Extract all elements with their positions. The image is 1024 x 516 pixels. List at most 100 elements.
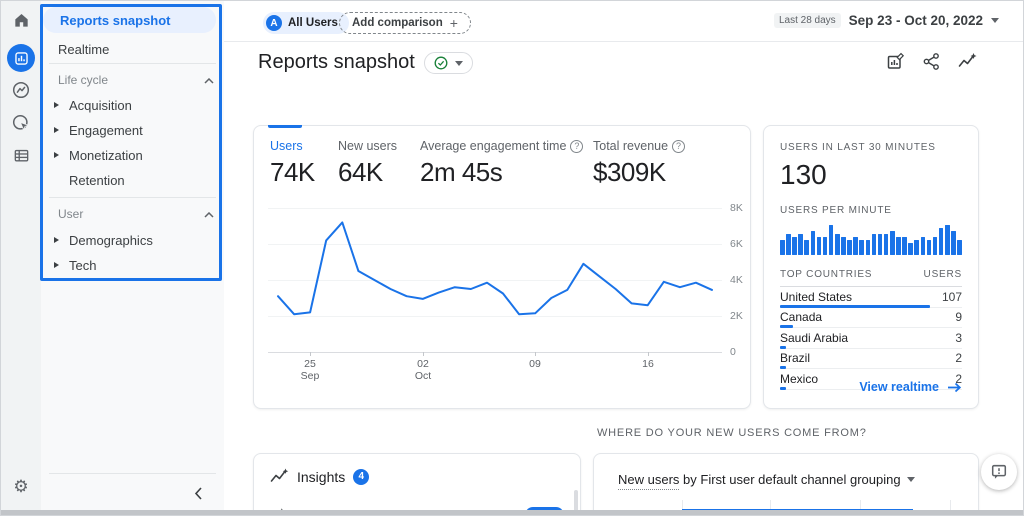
date-range-label: Sep 23 - Oct 20, 2022 [849, 13, 983, 28]
home-icon[interactable] [11, 10, 31, 30]
minute-bar [945, 225, 950, 255]
section-label: User [58, 207, 83, 221]
reports-icon[interactable] [7, 44, 35, 72]
dimension-dropdown[interactable]: New users by First user default channel … [618, 472, 954, 487]
customize-report-icon[interactable] [886, 52, 905, 71]
minute-bar [835, 234, 840, 255]
chevron-up-icon [204, 207, 214, 221]
share-icon[interactable] [922, 52, 941, 71]
minute-bar [804, 240, 809, 255]
divider [49, 63, 216, 64]
sidebar-item-label: Reports snapshot [60, 13, 171, 28]
dimension-metric: New users [618, 472, 679, 490]
feedback-bubble-icon [990, 463, 1008, 481]
section-question-title: WHERE DO YOUR NEW USERS COME FROM? [597, 427, 867, 439]
feedback-button[interactable] [981, 454, 1017, 490]
plus-icon: + [450, 15, 458, 31]
users-line [278, 222, 712, 314]
insights-title: Insights [297, 469, 345, 485]
minute-bar [847, 240, 852, 255]
caret-down-icon [455, 61, 463, 66]
reports-sidebar: Reports snapshot Realtime Life cycle Acq… [41, 1, 224, 515]
admin-gear-icon[interactable]: ⚙ [11, 477, 31, 497]
explore-icon[interactable] [11, 80, 31, 100]
minute-bar [896, 237, 901, 255]
window-edge [1, 510, 1023, 515]
sidebar-item-label: Retention [69, 173, 125, 188]
sidebar-item-label: Monetization [69, 148, 143, 163]
chevron-up-icon [204, 73, 214, 87]
minute-bar [884, 234, 889, 255]
ga4-reports-page: ⚙ Reports snapshot Realtime Life cycle A… [0, 0, 1024, 516]
minute-bar [957, 240, 962, 255]
country-row: Canada 9 [780, 308, 962, 329]
minute-bar [872, 234, 877, 255]
audience-avatar: A [266, 15, 282, 31]
date-range-selector[interactable]: Last 28 days Sep 23 - Oct 20, 2022 [774, 13, 999, 28]
sidebar-item-label: Demographics [69, 233, 153, 248]
add-comparison-label: Add comparison [352, 17, 443, 29]
nav-rail: ⚙ [1, 1, 41, 515]
insights-card: Insights 4 INSIGHT New [253, 453, 581, 516]
divider [49, 197, 216, 198]
date-preset-label: Last 28 days [774, 13, 841, 28]
view-realtime-link[interactable]: View realtime [859, 380, 962, 394]
sidebar-item-engagement[interactable]: Engagement [41, 118, 216, 142]
minute-bar [853, 237, 858, 255]
expand-arrow-icon [54, 152, 59, 158]
collapse-sidebar-icon[interactable] [189, 484, 207, 502]
library-icon[interactable] [11, 145, 31, 165]
minute-bar [866, 240, 871, 255]
comparison-bar: A All Users Add comparison + Last 28 day… [224, 1, 1023, 42]
audience-chip-all-users[interactable]: A All Users [263, 12, 349, 34]
minute-bar [890, 231, 895, 255]
minute-bar [841, 237, 846, 255]
sidebar-item-label: Acquisition [69, 98, 132, 113]
sidebar-item-retention[interactable]: Retention [41, 168, 216, 192]
add-comparison-button[interactable]: Add comparison + [339, 12, 471, 34]
arrow-right-icon [947, 382, 962, 393]
users-per-minute-label: USERS PER MINUTE [780, 205, 962, 216]
expand-arrow-icon [54, 127, 59, 133]
expand-arrow-icon [54, 262, 59, 268]
check-circle-icon [434, 56, 448, 70]
minute-bar [780, 240, 785, 255]
sidebar-item-realtime[interactable]: Realtime [41, 36, 216, 62]
users-line-chart [254, 126, 752, 410]
report-status-dropdown[interactable] [424, 52, 473, 74]
insights-count-badge: 4 [353, 469, 369, 485]
minute-bar [933, 237, 938, 255]
sidebar-item-label: Realtime [58, 42, 109, 57]
country-bar [780, 387, 786, 390]
section-header-life-cycle[interactable]: Life cycle [41, 70, 214, 90]
advertising-icon[interactable] [11, 113, 31, 133]
minute-bar [908, 243, 913, 255]
minute-bar [878, 234, 883, 255]
sidebar-item-acquisition[interactable]: Acquisition [41, 93, 216, 117]
new-users-channel-card: New users by First user default channel … [593, 453, 979, 516]
main-content: A All Users Add comparison + Last 28 day… [224, 1, 1023, 515]
insights-sparkline-icon[interactable] [958, 52, 977, 71]
sidebar-item-monetization[interactable]: Monetization [41, 143, 216, 167]
countries-table-header: TOP COUNTRIES USERS [780, 269, 962, 287]
users-last-30-label: USERS IN LAST 30 MINUTES [780, 142, 962, 153]
minute-bar [902, 237, 907, 255]
insights-sparkline-icon [270, 468, 289, 485]
country-row: Saudi Arabia 3 [780, 328, 962, 349]
view-realtime-label: View realtime [859, 380, 939, 394]
minute-bar [939, 228, 944, 255]
expand-arrow-icon [54, 237, 59, 243]
section-label: Life cycle [58, 73, 108, 87]
sidebar-item-reports-snapshot[interactable]: Reports snapshot [43, 7, 216, 33]
section-header-user[interactable]: User [41, 204, 214, 224]
sidebar-item-label: Engagement [69, 123, 143, 138]
minute-bar [792, 237, 797, 255]
realtime-card: USERS IN LAST 30 MINUTES 130 USERS PER M… [763, 125, 979, 409]
caret-down-icon [907, 477, 915, 482]
audience-label: All Users [288, 17, 338, 29]
sidebar-item-tech[interactable]: Tech [41, 253, 216, 277]
caret-down-icon [991, 18, 999, 23]
minute-bar [914, 240, 919, 255]
sidebar-item-demographics[interactable]: Demographics [41, 228, 216, 252]
expand-arrow-icon [54, 102, 59, 108]
